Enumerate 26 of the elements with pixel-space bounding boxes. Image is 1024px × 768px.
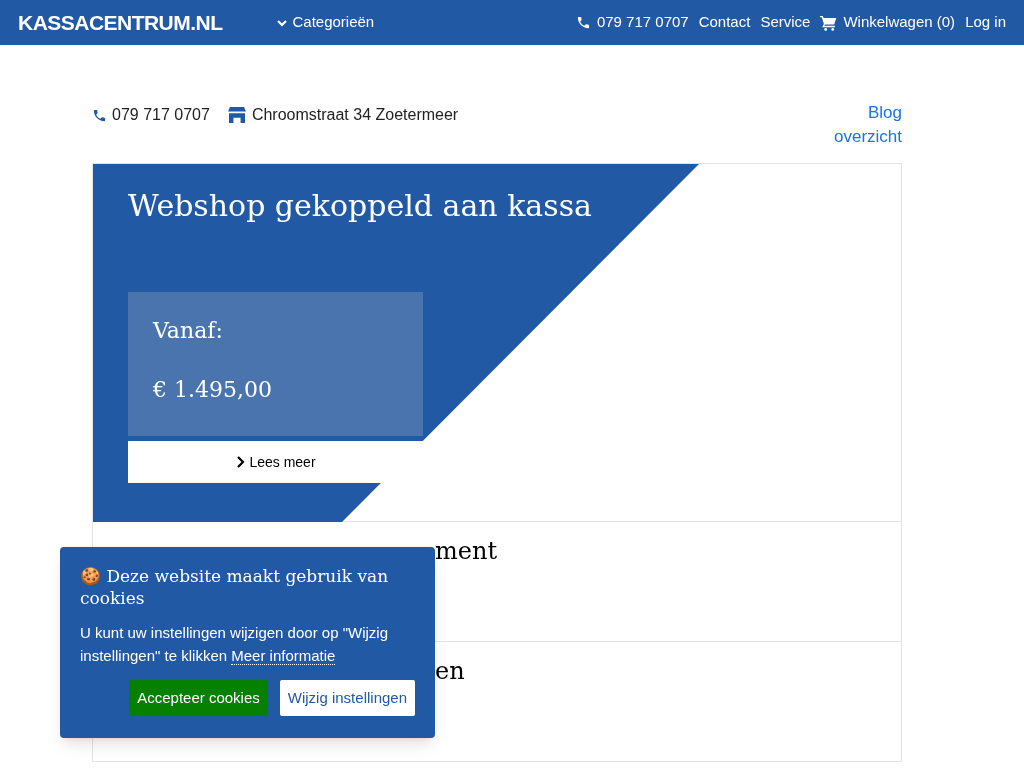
card-title: en — [435, 656, 466, 686]
read-more-button[interactable]: Lees meer — [128, 441, 423, 483]
phone-icon — [92, 107, 107, 123]
cookie-settings-button[interactable]: Wijzig instellingen — [279, 680, 415, 716]
cookie-text: U kunt uw instellingen wijzigen door op "Wijzig instellingen" te klikken Meer informatie — [80, 623, 389, 667]
categories-menu[interactable]: Categorieën — [276, 11, 375, 34]
accept-cookies-button[interactable]: Accepteer cookies — [129, 680, 268, 716]
price-label: Vanaf: — [153, 317, 224, 345]
more-info-link[interactable]: Meer informatie — [231, 647, 336, 665]
phone-link[interactable]: 079 717 0707 — [92, 103, 210, 127]
phone-icon — [575, 15, 591, 30]
chevron-right-icon — [235, 456, 246, 468]
blog-link[interactable]: Blog overzicht — [822, 101, 902, 149]
price-value: € 1.495,00 — [153, 376, 273, 404]
address-text: Chroomstraat 34 Zoetermeer — [251, 105, 459, 125]
cart-icon — [820, 14, 838, 31]
login-link[interactable]: Log in — [965, 11, 1006, 34]
cookie-title: 🍪 Deze website maakt gebruik van cookies — [80, 565, 390, 609]
site-logo[interactable]: KASSACENTRUM.NL — [18, 6, 223, 39]
card-title: ment — [435, 536, 499, 566]
hero-title: Webshop gekoppeld aan kassa — [128, 187, 593, 225]
cart-link[interactable]: Winkelwagen (0) — [820, 11, 956, 34]
store-icon — [227, 107, 246, 123]
phone-link[interactable]: 079 717 0707 — [575, 11, 689, 34]
nav-link[interactable]: Contact — [698, 11, 751, 34]
nav-link[interactable]: Service — [760, 11, 811, 34]
